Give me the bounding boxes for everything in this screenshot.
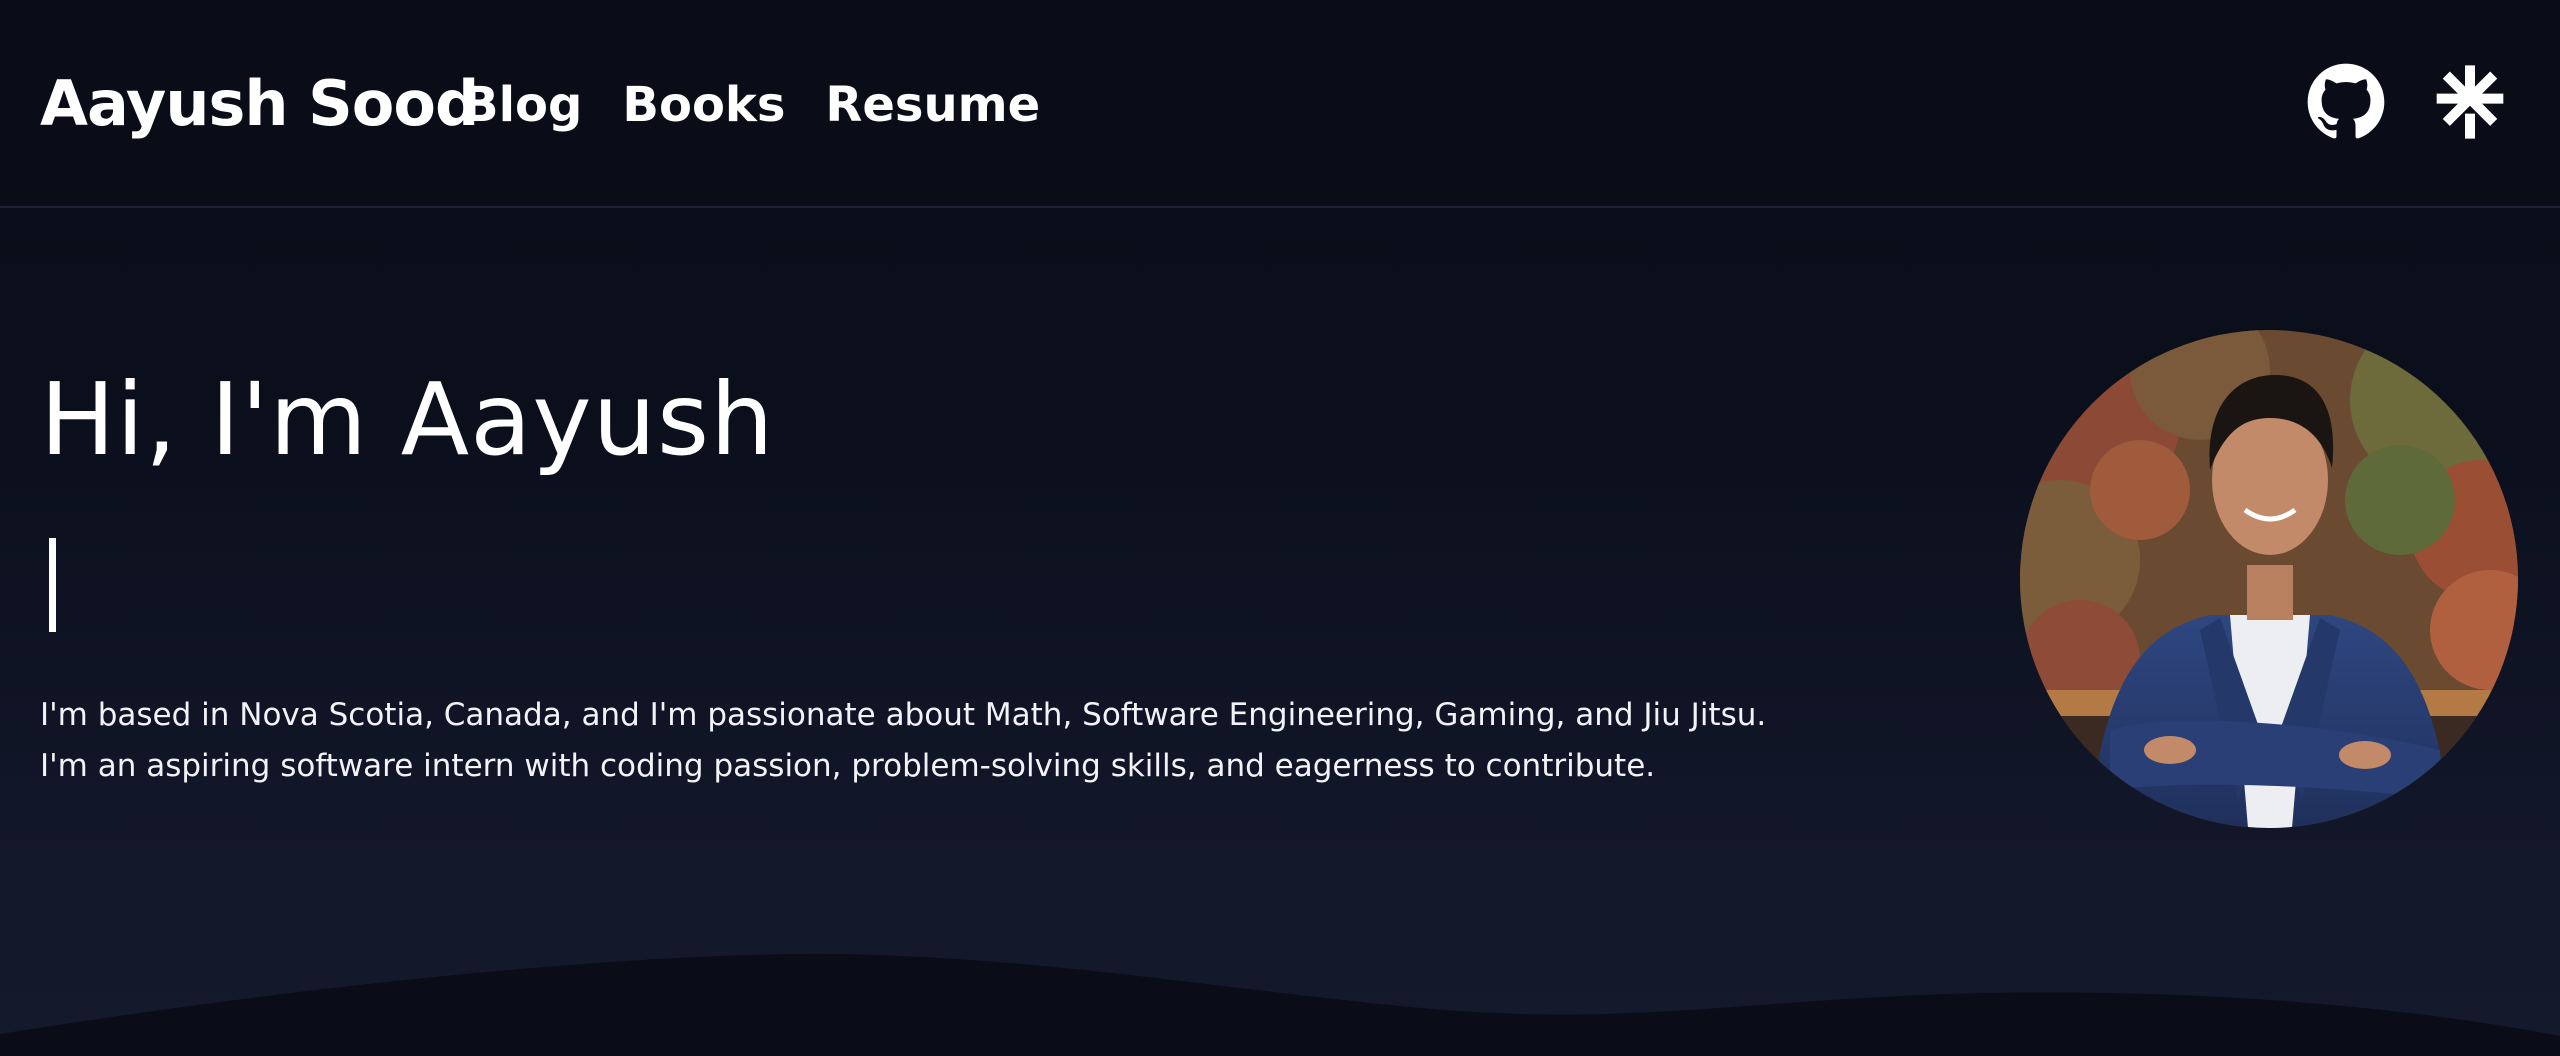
nav-books-link[interactable]: Books [622,70,785,140]
typing-cursor [49,538,56,632]
wave-divider [0,946,2560,1056]
bio-line-1: I'm based in Nova Scotia, Canada, and I'… [40,697,1767,733]
linktree-icon[interactable] [2430,62,2510,142]
site-header: Aayush Sood Blog Books Resume [0,0,2560,208]
nav-resume-link[interactable]: Resume [825,70,1040,140]
bio-line-2: I'm an aspiring software intern with cod… [40,748,1656,784]
brand-link[interactable]: Aayush Sood [40,64,479,144]
page: Aayush Sood Blog Books Resume Hi, I'm Aa… [0,0,2560,1056]
bio: I'm based in Nova Scotia, Canada, and I'… [40,690,1766,792]
nav-blog-link[interactable]: Blog [462,70,582,140]
profile-photo [2020,330,2518,828]
main-nav: Blog Books Resume [462,70,1040,140]
hero-heading: Hi, I'm Aayush [40,361,775,478]
social-links [2306,62,2510,142]
github-icon[interactable] [2306,62,2386,142]
